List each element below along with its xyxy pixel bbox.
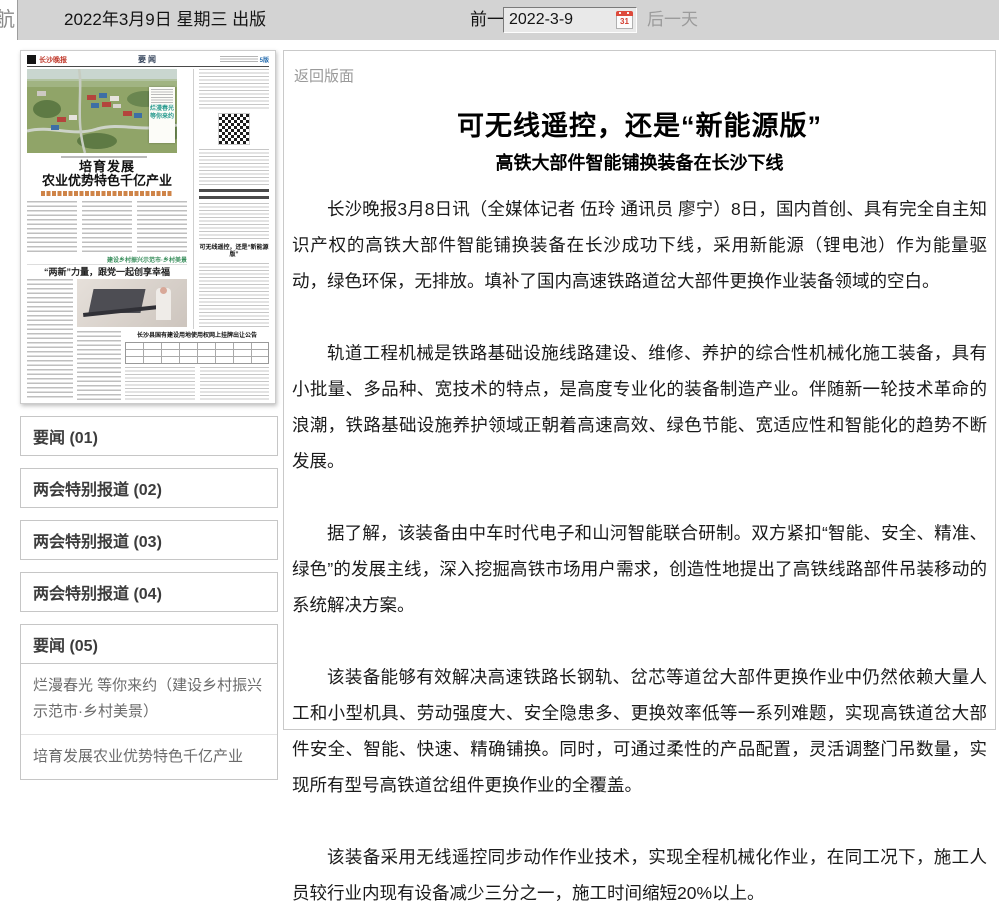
thumb-meta-lines (220, 56, 258, 63)
sidebar-article-1[interactable]: 烂漫春光 等你来约（建设乡村振兴示范市·乡村美景） (21, 664, 277, 734)
thumb-column-rule (193, 69, 194, 329)
article-paragraph-2: 轨道工程机械是铁路基础设施线路建设、维修、养护的综合性机械化施工装备，具有小批量… (292, 335, 987, 479)
thumb-text-column (27, 201, 77, 253)
article-paragraph-1: 长沙晚报3月8日讯（全媒体记者 伍玲 通讯员 廖宁）8日，国内首创、具有完全自主… (292, 191, 987, 299)
sidebar-section-02[interactable]: 两会特别报道 (02) (20, 468, 278, 508)
thumb-photo-overlay-box: 烂漫春光 等你来约 (149, 87, 175, 143)
article-paragraph-5: 该装备采用无线遥控同步动作作业技术，实现全程机械化作业，在同工况下，施工人员较行… (292, 839, 987, 911)
sidebar-section-03[interactable]: 两会特别报道 (03) (20, 520, 278, 560)
thumb-text-column (200, 367, 270, 401)
article-paragraph-3: 据了解，该装备由中车时代电子和山河智能联合研制。双方紧扣“智能、安全、精准、绿色… (292, 515, 987, 623)
nav-tab-partial[interactable]: 航 (0, 0, 18, 40)
sidebar-article-list: 烂漫春光 等你来约（建设乡村振兴示范市·乡村美景） 培育发展农业优势特色千亿产业 (20, 664, 278, 780)
sidebar-article-2[interactable]: 培育发展农业优势特色千亿产业 (21, 734, 277, 779)
thumb-text-column (125, 367, 195, 401)
thumb-body-columns (27, 201, 187, 253)
thumb-qr-code (218, 113, 250, 145)
thumb-overlay-title-2: 等你来约 (150, 113, 174, 121)
date-picker: 31 (503, 7, 637, 33)
sidebar: 长沙晚报 要闻 5版 (20, 50, 278, 780)
thumb-right-column: 可无线遥控，还是“新能源版” (199, 69, 269, 329)
article-subtitle: 高铁大部件智能铺换装备在长沙下线 (292, 149, 987, 175)
thumb-headline-line2: 农业优势特色千亿产业 (27, 174, 187, 187)
sidebar-section-01[interactable]: 要闻 (01) (20, 416, 278, 456)
sidebar-section-05-group: 要闻 (05) 烂漫春光 等你来约（建设乡村振兴示范市·乡村美景） 培育发展农业… (20, 624, 278, 780)
thumb-subhead-line (41, 191, 173, 196)
thumb-notice-table (125, 342, 269, 364)
thumb-text-column (199, 69, 269, 109)
thumb-second-headline: “两新”力量，跟党一起创享幸福 (27, 264, 187, 277)
thumb-photo-caption (61, 156, 147, 158)
thumb-text-column (137, 201, 187, 253)
article-body: 长沙晚报3月8日讯（全媒体记者 伍玲 通讯员 廖宁）8日，国内首创、具有完全自主… (292, 191, 987, 911)
sidebar-section-05[interactable]: 要闻 (05) (20, 624, 278, 664)
thumb-overlay-title-1: 烂漫春光 (150, 105, 174, 113)
thumb-right-headline: 可无线遥控，还是“新能源版” (199, 245, 269, 259)
thumb-text-column (77, 331, 121, 401)
calendar-icon[interactable]: 31 (616, 11, 633, 29)
thumb-text-column (199, 203, 269, 241)
thumb-text-column (199, 263, 269, 327)
thumb-overlay-lines (151, 89, 173, 103)
nav-tab-label: 航 (0, 0, 15, 40)
article-title: 可无线遥控，还是“新能源版” (292, 104, 987, 143)
thumb-text-column (27, 279, 73, 399)
thumb-mini-headline-bars (199, 189, 269, 199)
thumb-notice-body (125, 367, 269, 401)
thumb-person-shape (156, 288, 171, 320)
thumb-masthead-row: 长沙晚报 要闻 5版 (27, 54, 269, 65)
thumb-notice-block: 长沙县国有建设用地使用权网上挂牌出让公告 (125, 333, 269, 399)
thumb-page-number: 5版 (260, 55, 269, 64)
publish-date: 2022年3月9日 星期三 出版 (64, 0, 266, 40)
thumb-headline-line1: 培育发展 (27, 160, 187, 173)
thumb-text-column (82, 201, 132, 253)
thumb-masthead: 长沙晚报 (39, 55, 67, 65)
article-paragraph-4: 该装备能够有效解决高速铁路长钢轨、岔芯等道岔大部件更换作业中仍然依赖大量人工和小… (292, 659, 987, 803)
topbar: 航 2022年3月9日 星期三 出版 前一天 31 后一天 (0, 0, 999, 40)
article-panel: 返回版面 可无线遥控，还是“新能源版” 高铁大部件智能铺换装备在长沙下线 长沙晚… (283, 50, 996, 730)
thumb-series-badge: 建设乡村振兴示范市·乡村美景 (77, 255, 187, 264)
newspaper-page-thumbnail[interactable]: 长沙晚报 要闻 5版 (20, 50, 276, 404)
thumb-worker-photo (77, 279, 187, 327)
thumb-notice-title: 长沙县国有建设用地使用权网上挂牌出让公告 (125, 333, 269, 340)
thumb-page-meta: 5版 (220, 55, 269, 64)
sidebar-section-04[interactable]: 两会特别报道 (04) (20, 572, 278, 612)
thumb-text-column (199, 149, 269, 185)
calendar-icon-day: 31 (616, 16, 633, 29)
back-to-page-link[interactable]: 返回版面 (294, 65, 354, 86)
thumb-masthead-rule (27, 66, 269, 67)
next-day-link[interactable]: 后一天 (647, 0, 698, 40)
